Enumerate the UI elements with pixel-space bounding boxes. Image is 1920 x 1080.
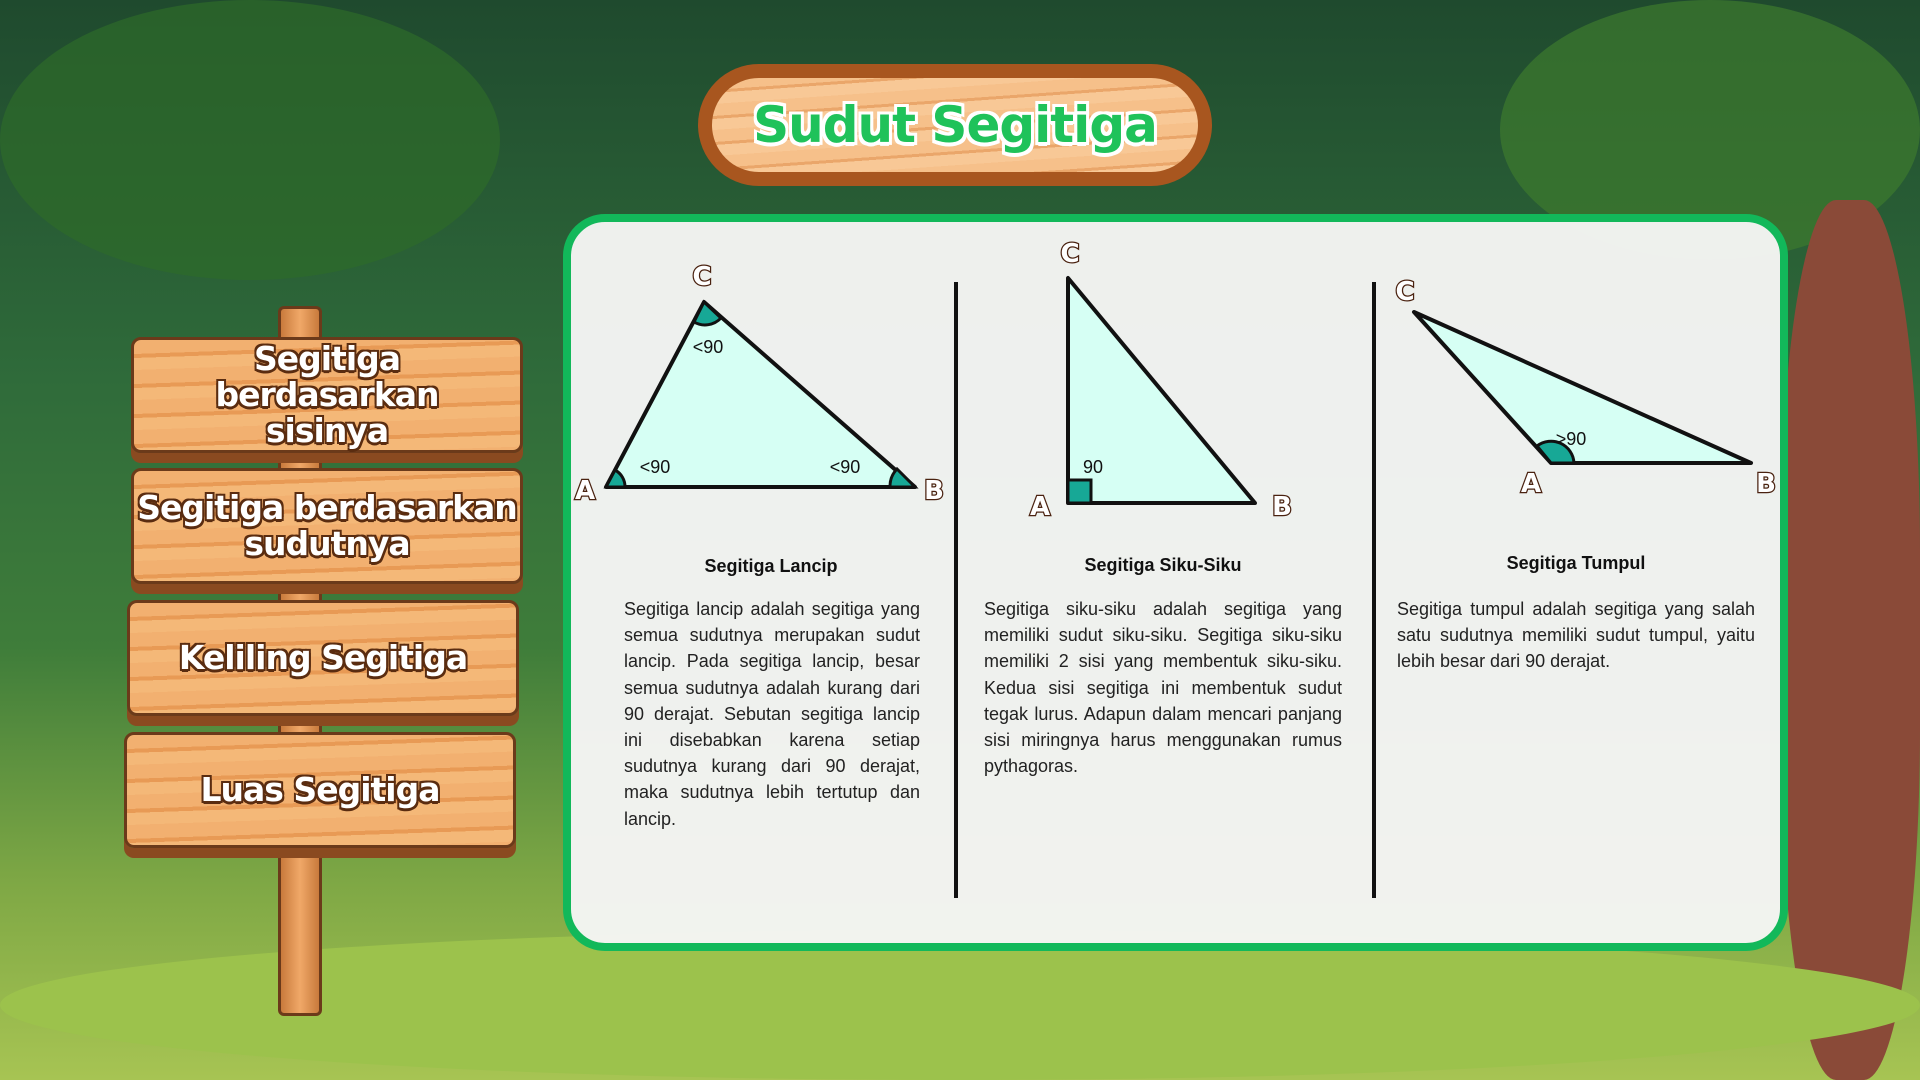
vertex-label-a: A (1030, 492, 1050, 522)
vertex-label-a: A (575, 476, 595, 506)
section-title-siku: Segitiga Siku-Siku (1084, 555, 1242, 575)
section-text-siku: Segitiga siku-siku adalah segitiga yang … (984, 599, 1342, 777)
vertex-label-c: C (692, 262, 711, 292)
angle-label-c: <90 (693, 337, 724, 357)
angle-c-arc (692, 299, 724, 327)
column-divider (1372, 282, 1376, 898)
right-angle-marker (1066, 478, 1093, 505)
section-title-lancip: Segitiga Lancip (704, 556, 838, 576)
angle-label-a: 90 (1083, 457, 1103, 477)
triangle-diagrams: C A B <90 <90 <90 C A B 90 C A B >90 (574, 238, 1777, 524)
vertex-label-c: C (1395, 277, 1414, 307)
triangle-tumpul: C A B >90 (1394, 276, 1777, 501)
vertex-label-a: A (1521, 469, 1541, 499)
section-title-tumpul: Segitiga Tumpul (1506, 553, 1646, 573)
vertex-label-b: B (924, 476, 944, 506)
section-text-lancip: Segitiga lancip adalah segitiga yang sem… (624, 599, 920, 829)
angle-label-a: <90 (640, 457, 671, 477)
angle-label-a: >90 (1556, 429, 1587, 449)
angle-b-arc (888, 466, 919, 489)
section-text-tumpul: Segitiga tumpul adalah segitiga yang sal… (1397, 599, 1755, 672)
triangle-lancip: C A B <90 <90 <90 (574, 261, 945, 508)
triangle-siku-siku: C A B 90 (1029, 238, 1293, 524)
vertex-label-c: C (1060, 239, 1079, 269)
column-divider (954, 282, 958, 898)
vertex-label-b: B (1272, 492, 1292, 522)
vertex-label-b: B (1756, 469, 1776, 499)
angle-label-b: <90 (830, 457, 861, 477)
